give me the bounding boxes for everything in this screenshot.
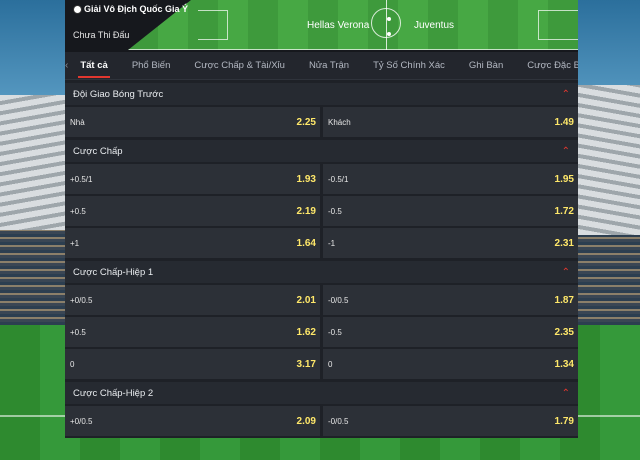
- tab-popular[interactable]: Phổ Biến: [120, 52, 183, 80]
- odds-row: +0.5 1.62 -0.5 2.35: [65, 317, 578, 347]
- market-title: Đội Giao Bóng Trước: [73, 88, 164, 100]
- selection-label: +1: [70, 238, 80, 248]
- market-header[interactable]: Cược Chấp-Hiệp 2 ⌃: [65, 382, 578, 404]
- odds-cell-home[interactable]: +0.5/1 1.93: [65, 164, 320, 194]
- odds-row: 0 3.17 0 1.34: [65, 349, 578, 379]
- odds-value: 1.79: [554, 415, 574, 427]
- odds-value: 1.87: [554, 294, 574, 306]
- pitch-box-left: [198, 10, 228, 40]
- odds-cell-away[interactable]: -0/0.5 1.79: [323, 406, 578, 436]
- market-header[interactable]: Cược Chấp-Hiệp 1 ⌃: [65, 261, 578, 283]
- market-title: Cược Chấp: [73, 145, 123, 157]
- away-team-name: Juventus: [414, 20, 455, 31]
- odds-cell-away[interactable]: -0.5 2.35: [323, 317, 578, 347]
- stadium-roof-right: [578, 85, 640, 235]
- chevron-up-icon[interactable]: ⌃: [562, 388, 570, 399]
- pitch-dot-bottom: [387, 32, 391, 36]
- selection-label: +0.5: [70, 206, 86, 216]
- odds-value: 1.93: [296, 173, 316, 185]
- selection-label: Nhà: [70, 117, 85, 127]
- odds-cell-away[interactable]: -1 2.31: [323, 228, 578, 258]
- market-title: Cược Chấp-Hiệp 2: [73, 387, 154, 399]
- odds-value: 1.34: [554, 358, 574, 370]
- odds-value: 3.17: [296, 358, 316, 370]
- tab-goal-scorer[interactable]: Ghi Bàn: [457, 52, 515, 80]
- selection-label: Khách: [328, 117, 351, 127]
- tab-all[interactable]: Tất cả: [68, 52, 119, 80]
- league-name: Giải Vô Địch Quốc Gia Ý: [84, 4, 189, 14]
- odds-row: +0.5 2.19 -0.5 1.72: [65, 196, 578, 226]
- odds-cell-away[interactable]: -0.5/1 1.95: [323, 164, 578, 194]
- selection-label: +0/0.5: [70, 416, 93, 426]
- odds-cell-home[interactable]: 0 3.17: [65, 349, 320, 379]
- selection-label: -0.5: [328, 206, 342, 216]
- selection-label: 0: [70, 359, 75, 369]
- tab-specials[interactable]: Cược Đặc Biệt: [515, 52, 578, 80]
- selection-label: -0/0.5: [328, 416, 349, 426]
- odds-row: +0.5/1 1.93 -0.5/1 1.95: [65, 164, 578, 194]
- odds-value: 2.01: [296, 294, 316, 306]
- selection-label: -0.5/1: [328, 174, 349, 184]
- odds-cell-away[interactable]: -0.5 1.72: [323, 196, 578, 226]
- league-title: Giải Vô Địch Quốc Gia Ý: [73, 4, 188, 14]
- pitch-dot-top: [387, 17, 391, 21]
- match-status: Chưa Thi Đấu: [73, 30, 130, 40]
- odds-cell-home[interactable]: +0.5 2.19: [65, 196, 320, 226]
- selection-label: +0/0.5: [70, 295, 93, 305]
- odds-cell-home[interactable]: +0/0.5 2.09: [65, 406, 320, 436]
- odds-cell-home[interactable]: +0.5 1.62: [65, 317, 320, 347]
- match-header: Giải Vô Địch Quốc Gia Ý Chưa Thi Đấu Hel…: [65, 0, 578, 52]
- selection-label: -0/0.5: [328, 295, 349, 305]
- chevron-up-icon[interactable]: ⌃: [562, 267, 570, 278]
- odds-cell-home[interactable]: +1 1.64: [65, 228, 320, 258]
- tab-handicap-over-under[interactable]: Cược Chấp & Tài/Xỉu: [182, 52, 297, 80]
- odds-cell-away[interactable]: Khách 1.49: [323, 107, 578, 137]
- tab-half-time[interactable]: Nửa Trận: [297, 52, 361, 80]
- odds-value: 2.09: [296, 415, 316, 427]
- market-title: Cược Chấp-Hiệp 1: [73, 266, 154, 278]
- odds-value: 1.64: [296, 237, 316, 249]
- odds-value: 1.95: [554, 173, 574, 185]
- odds-row: +1 1.64 -1 2.31: [65, 228, 578, 258]
- pitch-center-circle: [371, 8, 401, 38]
- odds-value: 2.31: [554, 237, 574, 249]
- odds-value: 1.62: [296, 326, 316, 338]
- odds-cell-away[interactable]: -0/0.5 1.87: [323, 285, 578, 315]
- market-tabs: ‹ Tất cả Phổ Biến Cược Chấp & Tài/Xỉu Nử…: [65, 52, 578, 80]
- odds-cell-home[interactable]: Nhà 2.25: [65, 107, 320, 137]
- stands-left: [0, 230, 66, 330]
- stands-right: [578, 235, 640, 330]
- odds-value: 2.25: [296, 116, 316, 128]
- market-header[interactable]: Đội Giao Bóng Trước ⌃: [65, 83, 578, 105]
- pitch-touchline: [128, 49, 578, 50]
- selection-label: 0: [328, 359, 333, 369]
- odds-cell-away[interactable]: 0 1.34: [323, 349, 578, 379]
- selection-label: +0.5: [70, 327, 86, 337]
- soccer-ball-icon: [73, 4, 82, 14]
- odds-value: 2.35: [554, 326, 574, 338]
- odds-value: 1.49: [554, 116, 574, 128]
- tab-correct-score[interactable]: Tỷ Số Chính Xác: [361, 52, 457, 80]
- odds-value: 2.19: [296, 205, 316, 217]
- selection-label: -1: [328, 238, 336, 248]
- betting-panel: Giải Vô Địch Quốc Gia Ý Chưa Thi Đấu Hel…: [65, 0, 578, 438]
- odds-cell-home[interactable]: +0/0.5 2.01: [65, 285, 320, 315]
- home-team-name: Hellas Verona: [307, 20, 370, 31]
- chevron-up-icon[interactable]: ⌃: [562, 146, 570, 157]
- chevron-up-icon[interactable]: ⌃: [562, 89, 570, 100]
- odds-row: +0/0.5 2.01 -0/0.5 1.87: [65, 285, 578, 315]
- selection-label: -0.5: [328, 327, 342, 337]
- odds-value: 1.72: [554, 205, 574, 217]
- selection-label: +0.5/1: [70, 174, 93, 184]
- stadium-roof-left: [0, 95, 66, 235]
- pitch-box-right: [538, 10, 578, 40]
- odds-row: +0/0.5 2.09 -0/0.5 1.79: [65, 406, 578, 436]
- odds-row: Nhà 2.25 Khách 1.49: [65, 107, 578, 137]
- market-header[interactable]: Cược Chấp ⌃: [65, 140, 578, 162]
